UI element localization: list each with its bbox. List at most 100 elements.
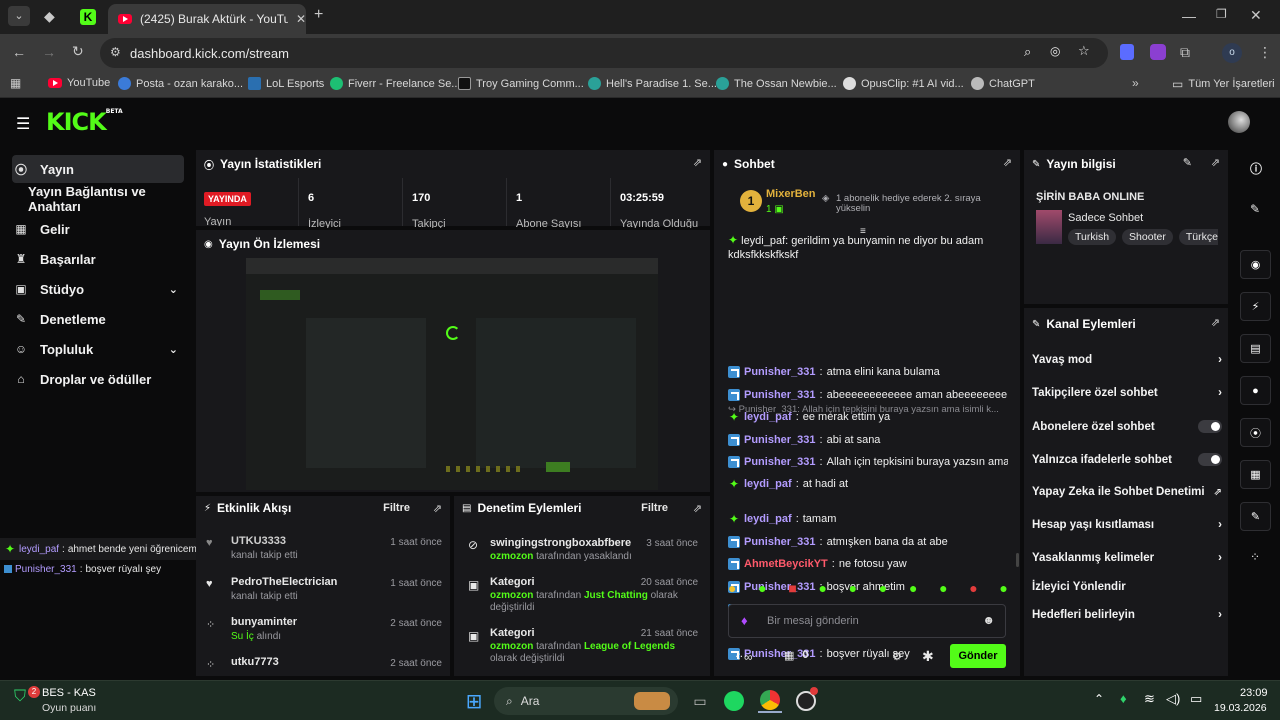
broadcast-toggle-icon[interactable]: ⦿	[1240, 418, 1271, 447]
popout-icon[interactable]: ⇗	[1211, 316, 1220, 329]
new-tab-button[interactable]: +	[314, 6, 323, 24]
info-icon[interactable]: ⓘ	[1250, 160, 1262, 177]
action-followers-only[interactable]: Takipçilere özel sohbet ›	[1032, 387, 1222, 399]
kick-tab-icon[interactable]: K	[80, 9, 96, 25]
extensions-puzzle-icon[interactable]: ⧉	[1180, 44, 1190, 61]
bookmark-8[interactable]: ChatGPT	[971, 77, 1035, 90]
chat-scrollbar[interactable]	[1016, 553, 1019, 567]
forward-icon[interactable]: →	[42, 44, 56, 60]
sidebar-item-stream-key[interactable]: Yayın Bağlantısı ve Anahtarı	[26, 184, 198, 214]
action-account-age[interactable]: Hesap yaşı kısıtlaması ›	[1032, 519, 1222, 531]
stats-toggle-icon[interactable]: ▦	[1240, 460, 1271, 489]
bookmark-7[interactable]: OpusClip: #1 AI vid...	[843, 77, 964, 90]
document-toggle-icon[interactable]: ▤	[1240, 334, 1271, 363]
sidebar-item-community[interactable]: ☺ Topluluk ⌄	[12, 335, 184, 363]
chat-username[interactable]: AhmetBeycikYT	[744, 558, 828, 570]
action-slow-mode[interactable]: Yavaş mod ›	[1032, 354, 1222, 366]
user-avatar[interactable]	[1228, 111, 1250, 133]
eye-off-icon[interactable]: ◎	[1050, 44, 1060, 58]
action-set-goals[interactable]: Hedefleri belirleyin ›	[1032, 609, 1222, 621]
emote-icon[interactable]: ●	[909, 580, 917, 598]
infinity-points-icon[interactable]: ⁘∞	[734, 650, 753, 664]
edit-pencil-icon[interactable]: ✎	[1183, 156, 1192, 169]
spotify-icon[interactable]	[722, 689, 746, 713]
taskbar-search[interactable]: ⌕ Ara	[494, 687, 678, 715]
action-banned-words[interactable]: Yasaklanmış kelimeler ›	[1032, 552, 1222, 564]
chrome-icon[interactable]	[758, 689, 782, 713]
reload-icon[interactable]: ↻	[72, 43, 84, 60]
bookmark-4[interactable]: Troy Gaming Comm...	[458, 77, 584, 90]
bot-icon[interactable]: ✱	[922, 648, 934, 665]
tab-search-icon[interactable]: ⌄	[8, 6, 30, 26]
preview-toggle-icon[interactable]: ◉	[1240, 250, 1271, 279]
activity-filter-button[interactable]: Filtre	[383, 502, 410, 514]
bookmark-6[interactable]: The Ossan Newbie...	[716, 77, 837, 90]
wifi-icon[interactable]: ≋	[1144, 691, 1155, 707]
chat-toggle-icon[interactable]: ●	[1240, 376, 1271, 405]
menu-kebab-icon[interactable]: ⋮	[1258, 44, 1272, 61]
microphone-icon[interactable]: ♦	[741, 613, 748, 628]
battery-icon[interactable]: ▭	[1190, 691, 1202, 707]
close-tab-icon[interactable]: ✕	[296, 12, 306, 26]
bookmark-3[interactable]: Fiverr - Freelance Se...	[330, 77, 460, 90]
address-bar[interactable]: ⚙ dashboard.kick.com/stream ⌕ ◎ ☆	[100, 38, 1108, 68]
minimize-button[interactable]: —	[1182, 8, 1196, 24]
popout-icon[interactable]: ⇗	[1211, 156, 1220, 169]
tag[interactable]: Turkish	[1068, 229, 1117, 245]
emote-icon[interactable]: ■	[788, 580, 796, 598]
site-info-icon[interactable]: ⚙	[110, 45, 121, 59]
extension-shield-icon[interactable]	[1120, 44, 1134, 60]
sidebar-item-stream[interactable]: ⦿ Yayın	[12, 155, 184, 183]
task-view-icon[interactable]: ▭	[688, 689, 712, 713]
popout-icon[interactable]: ⇗	[693, 156, 702, 169]
restore-button[interactable]: ❐	[1216, 7, 1227, 21]
clock-date[interactable]: 19.03.2026	[1214, 702, 1267, 714]
sidebar-item-moderation[interactable]: ✎ Denetleme	[12, 305, 184, 333]
emote-icon[interactable]: ●	[999, 580, 1007, 598]
microphone-tray-icon[interactable]: ♦	[1120, 691, 1127, 706]
emote-icon[interactable]: ●	[728, 580, 736, 598]
subs-only-toggle[interactable]	[1198, 420, 1222, 433]
tag[interactable]: Türkçe	[1178, 229, 1218, 245]
kick-logo[interactable]: KICKBETA	[46, 108, 123, 136]
bookmark-0[interactable]: YouTube	[48, 77, 110, 89]
chat-username[interactable]: Punisher_331	[744, 366, 816, 378]
chat-settings-icon[interactable]: ⚙	[892, 650, 902, 663]
lightning-toggle-icon[interactable]: ⚡	[1240, 292, 1271, 321]
chat-input[interactable]: ♦ Bir mesaj gönderin ☻	[728, 604, 1006, 638]
edit-icon[interactable]: ✎	[1250, 202, 1260, 216]
mod-filter-button[interactable]: Filtre	[641, 502, 668, 514]
emoji-icon[interactable]: ☻	[982, 613, 995, 627]
bookmark-star-icon[interactable]: ☆	[1078, 43, 1090, 59]
chat-username[interactable]: leydi_paf	[744, 513, 792, 525]
emote-icon[interactable]: ●	[939, 580, 947, 598]
chat-username[interactable]: Punisher_331	[744, 536, 816, 548]
popout-icon[interactable]: ⇗	[693, 502, 702, 515]
channel-points[interactable]: ▦ 0	[784, 649, 809, 662]
action-host-redirect[interactable]: İzleyici Yönlendir	[1032, 581, 1222, 593]
clock-time[interactable]: 23:09	[1240, 687, 1268, 699]
zoom-icon[interactable]: ⌕	[1024, 44, 1031, 60]
sidebar-item-revenue[interactable]: ▦ Gelir	[12, 215, 184, 243]
stream-preview-video[interactable]	[246, 258, 658, 490]
close-window-button[interactable]: ✕	[1250, 7, 1262, 24]
apps-grid-icon[interactable]: ▦	[10, 76, 21, 90]
popout-icon[interactable]: ⇗	[1003, 156, 1012, 169]
bookmark-5[interactable]: Hell's Paradise 1. Se...	[588, 77, 717, 90]
more-bookmarks-icon[interactable]: »	[1132, 76, 1139, 90]
action-ai-moderation[interactable]: Yapay Zeka ile Sohbet Denetimi ⇗	[1032, 486, 1222, 498]
pinned-tab-icon[interactable]: ◆	[44, 8, 55, 25]
all-bookmarks[interactable]: ▭ Tüm Yer İşaretleri	[1172, 77, 1275, 91]
send-button[interactable]: Gönder	[950, 644, 1006, 668]
tag[interactable]: Shooter	[1122, 229, 1173, 245]
hamburger-menu-icon[interactable]: ☰	[16, 114, 30, 134]
emote-icon[interactable]: ●	[849, 580, 857, 598]
back-icon[interactable]: ←	[12, 44, 26, 60]
profile-avatar[interactable]: o	[1222, 43, 1242, 63]
chat-username[interactable]: Punisher_331	[744, 456, 816, 468]
chat-username[interactable]: leydi_paf	[744, 478, 792, 490]
tab-youtube[interactable]: (2425) Burak Aktürk - YouTube ✕	[108, 4, 306, 34]
popout-icon[interactable]: ⇗	[433, 502, 442, 515]
emote-icon[interactable]: ●	[879, 580, 887, 598]
leaderboard-user[interactable]: MixerBen	[766, 188, 816, 200]
